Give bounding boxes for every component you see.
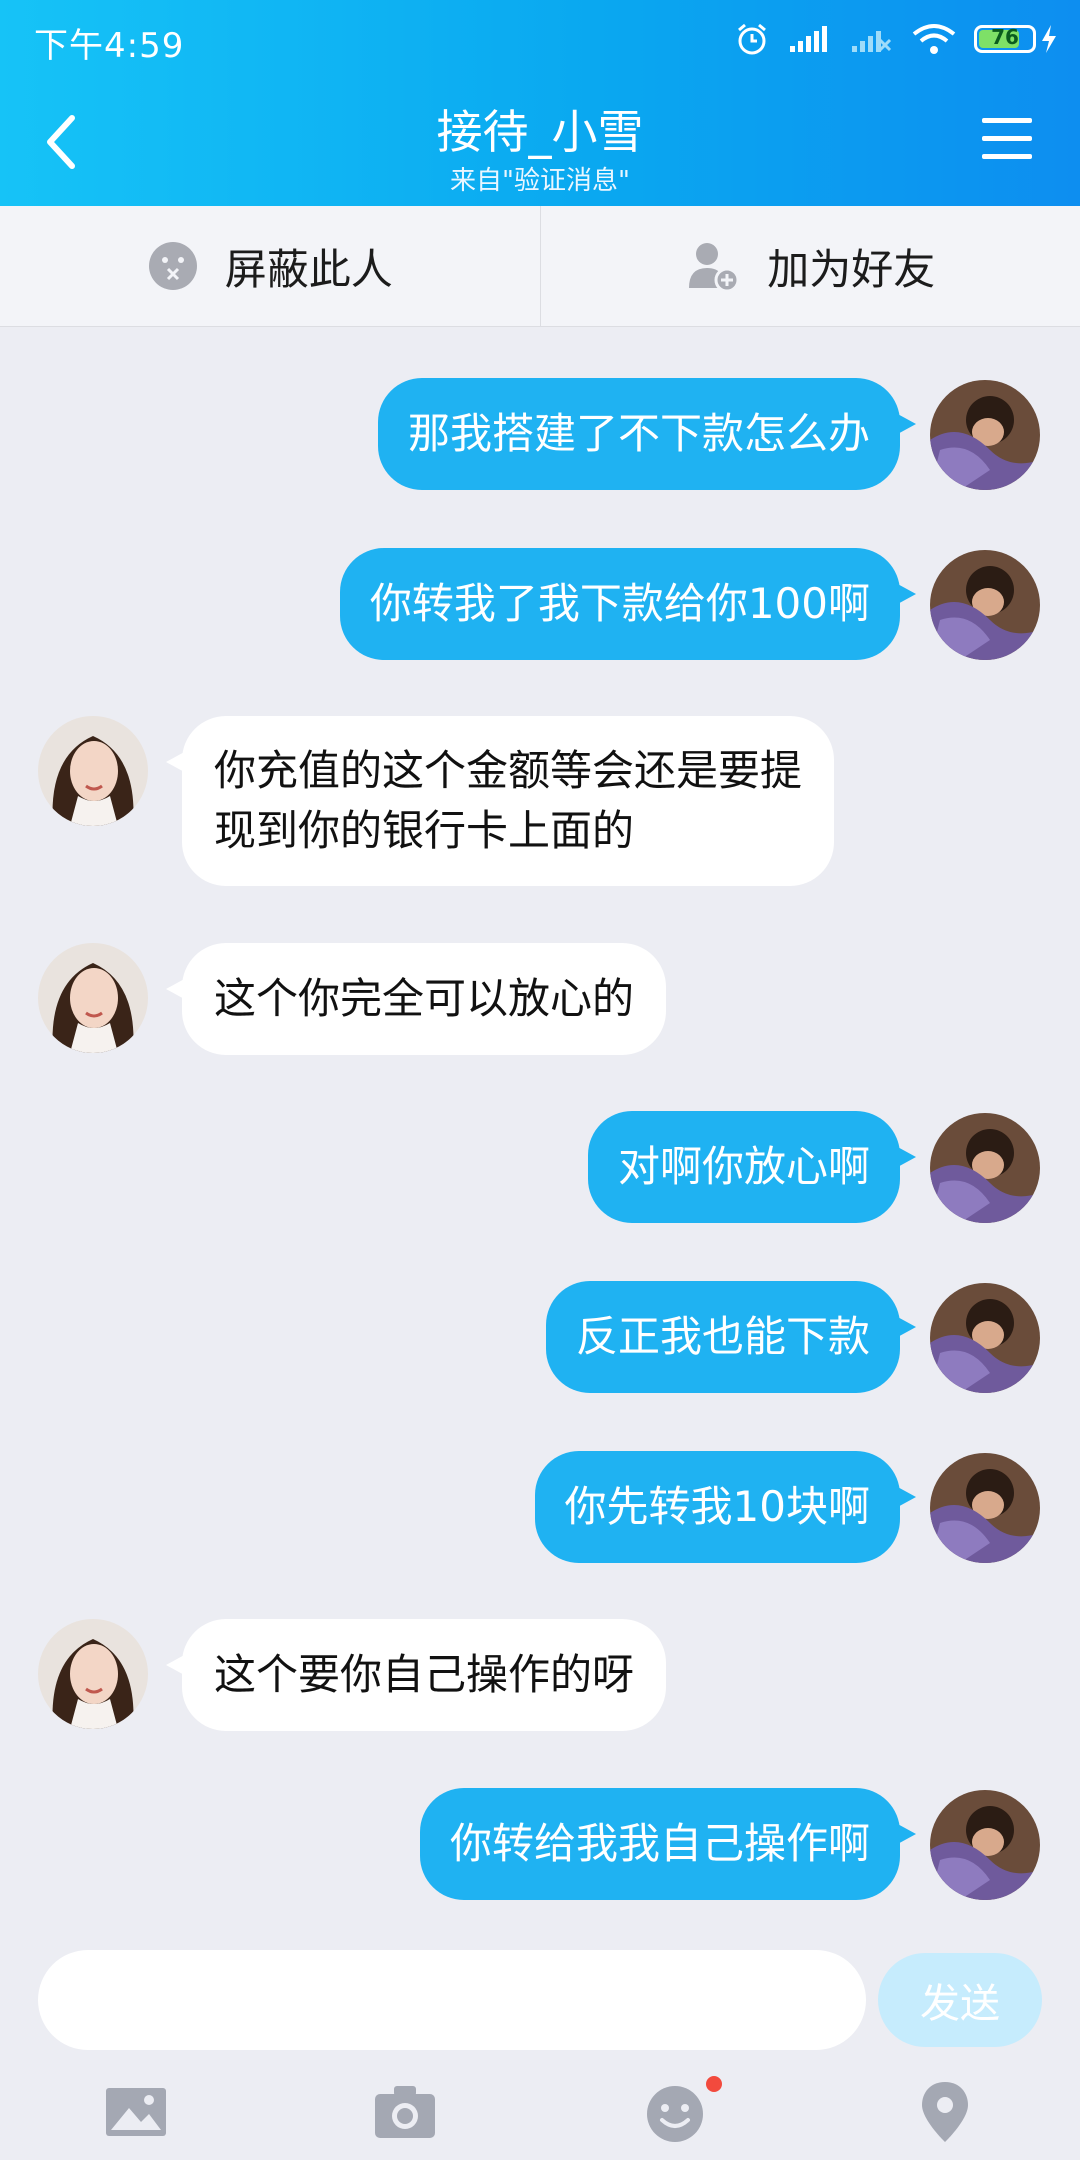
- location-icon[interactable]: [910, 2076, 980, 2146]
- message-bubble-sent[interactable]: 反正我也能下款: [545, 1281, 917, 1393]
- message-line: 现到你的银行卡上面的: [214, 806, 635, 855]
- battery-level: 76: [991, 25, 1019, 49]
- charging-icon: [1042, 25, 1056, 53]
- my-avatar[interactable]: [930, 1113, 1040, 1223]
- add-friend-icon: [689, 243, 740, 292]
- stranger-action-bar: 屏蔽此人 加为好友: [0, 206, 1080, 327]
- my-avatar[interactable]: [930, 1283, 1040, 1393]
- camera-icon[interactable]: [370, 2076, 440, 2146]
- message-bubble-received[interactable]: 这个你完全可以放心的: [165, 943, 667, 1055]
- emoji-icon: [647, 2086, 703, 2142]
- block-face-icon: [148, 242, 197, 290]
- my-avatar[interactable]: [930, 380, 1040, 490]
- chat-title: 接待_小雪: [436, 105, 644, 159]
- battery-indicator: 76: [974, 25, 1058, 53]
- my-avatar[interactable]: [930, 550, 1040, 660]
- notification-dot: [706, 2076, 722, 2092]
- block-label: 屏蔽此人: [224, 244, 393, 294]
- message-input[interactable]: [38, 1950, 866, 2050]
- image-icon[interactable]: [101, 2076, 171, 2146]
- signal-off-icon: [852, 31, 892, 52]
- message-bubble-received[interactable]: 这个要你自己操作的呀: [165, 1619, 667, 1731]
- contact-avatar[interactable]: [38, 716, 148, 826]
- message-bubble-sent[interactable]: 对啊你放心啊: [587, 1111, 917, 1223]
- block-button[interactable]: 屏蔽此人: [0, 206, 540, 326]
- add-friend-label: 加为好友: [767, 244, 936, 294]
- message-bubble-received[interactable]: 你充值的这个金额等会还是要提 现到你的银行卡上面的: [165, 716, 835, 886]
- status-icons: 76: [734, 14, 1058, 64]
- add-friend-button[interactable]: 加为好友: [539, 206, 1080, 326]
- my-avatar[interactable]: [930, 1790, 1040, 1900]
- menu-icon[interactable]: [982, 118, 1032, 162]
- message-bubble-sent[interactable]: 你转我了我下款给你100啊: [339, 548, 917, 660]
- contact-avatar[interactable]: [38, 1619, 148, 1729]
- my-avatar[interactable]: [930, 1453, 1040, 1563]
- chat-header: 下午4:59 76 接待_小雪 来自"验证消息": [0, 0, 1080, 206]
- alarm-icon: [738, 23, 766, 55]
- contact-avatar[interactable]: [38, 943, 148, 1053]
- chat-toolbar: [0, 2070, 1080, 2160]
- emoji-button[interactable]: [640, 2076, 722, 2146]
- status-time: 下午4:59: [34, 26, 185, 66]
- send-button[interactable]: 发送: [878, 1953, 1042, 2047]
- message-bubble-sent[interactable]: 那我搭建了不下款怎么办: [377, 378, 917, 490]
- wifi-icon: [912, 24, 956, 54]
- chat-subtitle: 来自"验证消息": [450, 166, 630, 196]
- message-line: 你充值的这个金额等会还是要提: [214, 746, 803, 795]
- signal-icon: [790, 26, 827, 52]
- message-bubble-sent[interactable]: 你先转我10块啊: [534, 1451, 917, 1563]
- message-bubble-sent[interactable]: 你转给我我自己操作啊: [419, 1788, 917, 1900]
